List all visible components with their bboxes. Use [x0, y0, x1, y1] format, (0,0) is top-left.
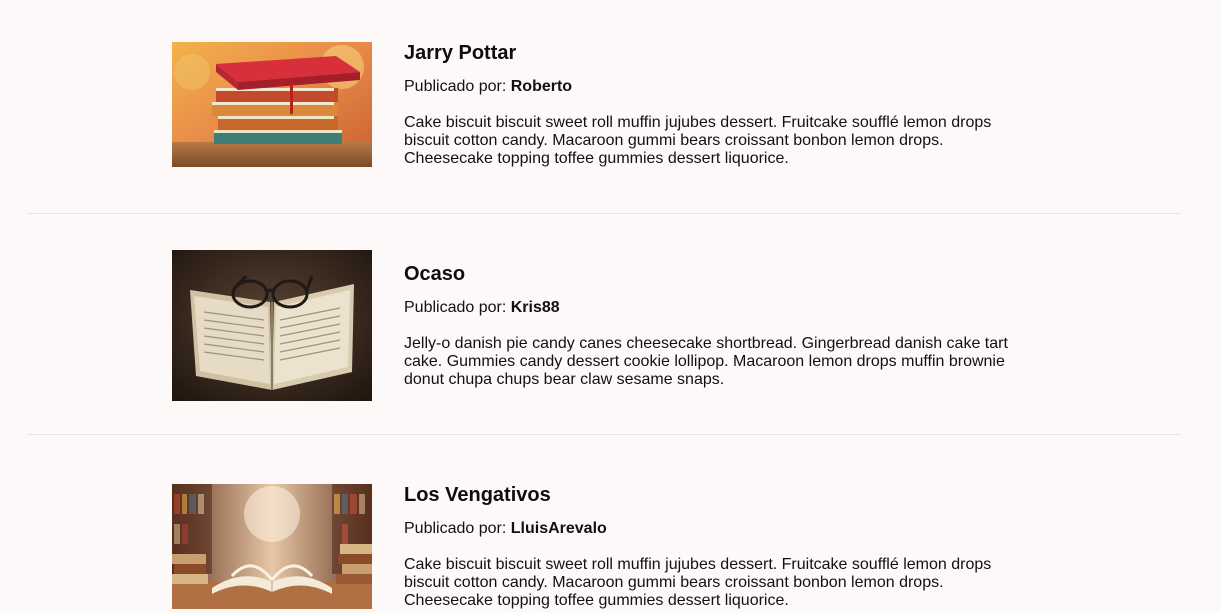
post-description: Cake biscuit biscuit sweet roll muffin j… — [404, 114, 992, 167]
post-description: Jelly-o danish pie candy canes cheesecak… — [404, 335, 1008, 388]
post-thumbnail[interactable] — [172, 250, 372, 401]
post-author[interactable]: Roberto — [511, 78, 572, 95]
post-divider — [27, 434, 1181, 435]
post-thumbnail[interactable] — [172, 484, 372, 609]
post-byline: Publicado por: Kris88 — [404, 298, 1034, 318]
post-info: Ocaso Publicado por: Kris88 Jelly-o dani… — [404, 262, 1034, 389]
post-info: Jarry Pottar Publicado por: Roberto Cake… — [404, 41, 1034, 168]
post-author[interactable]: Kris88 — [511, 299, 560, 316]
byline-prefix: Publicado por: — [404, 299, 507, 316]
open-book-glasses-image — [172, 250, 372, 401]
post-info: Los Vengativos Publicado por: LluisAreva… — [404, 483, 1034, 610]
post-title[interactable]: Jarry Pottar — [404, 41, 1034, 65]
post-title[interactable]: Ocaso — [404, 262, 1034, 286]
post-feed: Jarry Pottar Publicado por: Roberto Cake… — [0, 0, 1221, 613]
byline-prefix: Publicado por: — [404, 520, 507, 537]
post-byline: Publicado por: Roberto — [404, 77, 1034, 97]
post-byline: Publicado por: LluisArevalo — [404, 519, 1034, 539]
post-title[interactable]: Los Vengativos — [404, 483, 1034, 507]
post-divider — [27, 213, 1181, 214]
stacked-books-image — [172, 42, 372, 167]
post-thumbnail[interactable] — [172, 42, 372, 167]
post-description: Cake biscuit biscuit sweet roll muffin j… — [404, 556, 992, 609]
library-open-book-image — [172, 484, 372, 609]
byline-prefix: Publicado por: — [404, 78, 507, 95]
post-author[interactable]: LluisArevalo — [511, 520, 607, 537]
